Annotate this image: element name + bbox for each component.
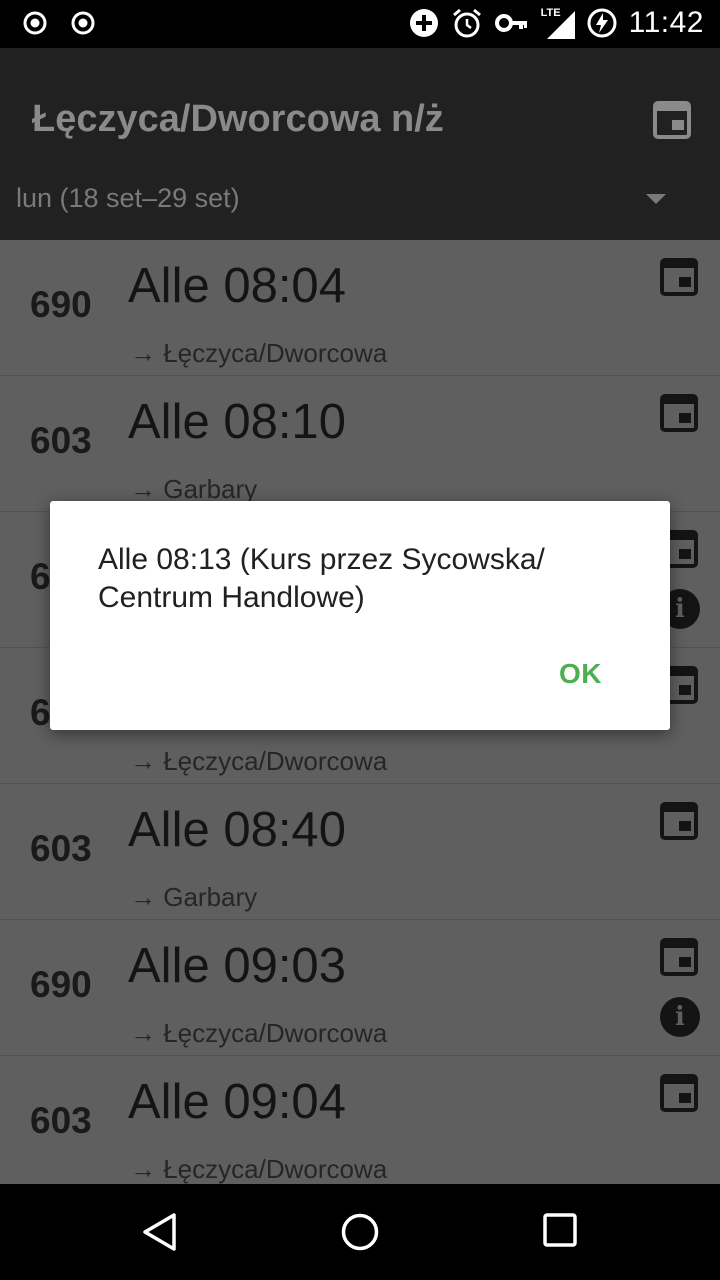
departure-time: Alle 08:10 (128, 395, 346, 449)
battery-charging-icon (587, 8, 617, 38)
radio-icon (23, 11, 47, 35)
alarm-icon (452, 8, 481, 38)
calendar-icon[interactable] (660, 394, 698, 432)
date-range-select[interactable]: lun (18 set–29 set) (16, 183, 240, 214)
line-number: 690 (30, 284, 92, 325)
line-number: 603 (30, 420, 92, 461)
list-item[interactable]: 603 Alle 08:10 → Garbary (0, 376, 720, 512)
calendar-icon[interactable] (660, 1074, 698, 1112)
calendar-icon[interactable] (660, 938, 698, 976)
destination: → Łęczyca/Dworcowa (130, 1018, 388, 1048)
calendar-icon[interactable] (660, 802, 698, 840)
clock: 11:42 (628, 6, 704, 39)
departure-time: Alle 08:04 (128, 259, 346, 313)
radio-icon (71, 11, 95, 35)
lte-signal-icon: LTE (541, 7, 575, 39)
list-item[interactable]: 603 Alle 08:40 → Garbary (0, 784, 720, 920)
chevron-down-icon[interactable] (646, 194, 666, 204)
add-circle-icon (409, 9, 438, 37)
dialog-message: Alle 08:13 (Kurs przez Sycowska/ Centrum… (98, 543, 545, 614)
departure-time: Alle 08:40 (128, 803, 346, 857)
status-bar: LTE 11:42 (0, 0, 720, 48)
line-number: 6 (30, 556, 51, 597)
info-dialog: Alle 08:13 (Kurs przez Sycowska/ Centrum… (50, 501, 670, 730)
home-icon[interactable] (340, 1212, 380, 1252)
destination: → Garbary (130, 882, 258, 912)
line-number: 6 (30, 692, 51, 733)
line-number: 690 (30, 964, 92, 1005)
departure-time: Alle 09:04 (128, 1075, 346, 1129)
destination: → Łęczyca/Dworcowa (130, 746, 388, 776)
list-item[interactable]: 690 Alle 08:04 → Łęczyca/Dworcowa (0, 240, 720, 376)
line-number: 603 (30, 1100, 92, 1141)
destination: → Łęczyca/Dworcowa (130, 338, 388, 368)
back-icon[interactable] (140, 1212, 180, 1252)
list-item[interactable]: 690 Alle 09:03 → Łęczyca/Dworcowa i (0, 920, 720, 1056)
calendar-icon[interactable] (652, 100, 692, 140)
ok-button[interactable]: OK (559, 658, 602, 690)
recents-icon[interactable] (542, 1212, 578, 1248)
app-bar: Łęczyca/Dworcowa n/ż lun (18 set–29 set) (0, 48, 720, 240)
line-number: 603 (30, 828, 92, 869)
list-item[interactable]: 603 Alle 09:04 → Łęczyca/Dworcowa (0, 1056, 720, 1184)
page-title: Łęczyca/Dworcowa n/ż (32, 98, 444, 140)
info-icon[interactable]: i (660, 997, 700, 1037)
destination: → Łęczyca/Dworcowa (130, 1154, 388, 1184)
vpn-key-icon (494, 14, 527, 32)
calendar-icon[interactable] (660, 258, 698, 296)
departure-time: Alle 09:03 (128, 939, 346, 993)
navigation-bar (0, 1184, 720, 1280)
